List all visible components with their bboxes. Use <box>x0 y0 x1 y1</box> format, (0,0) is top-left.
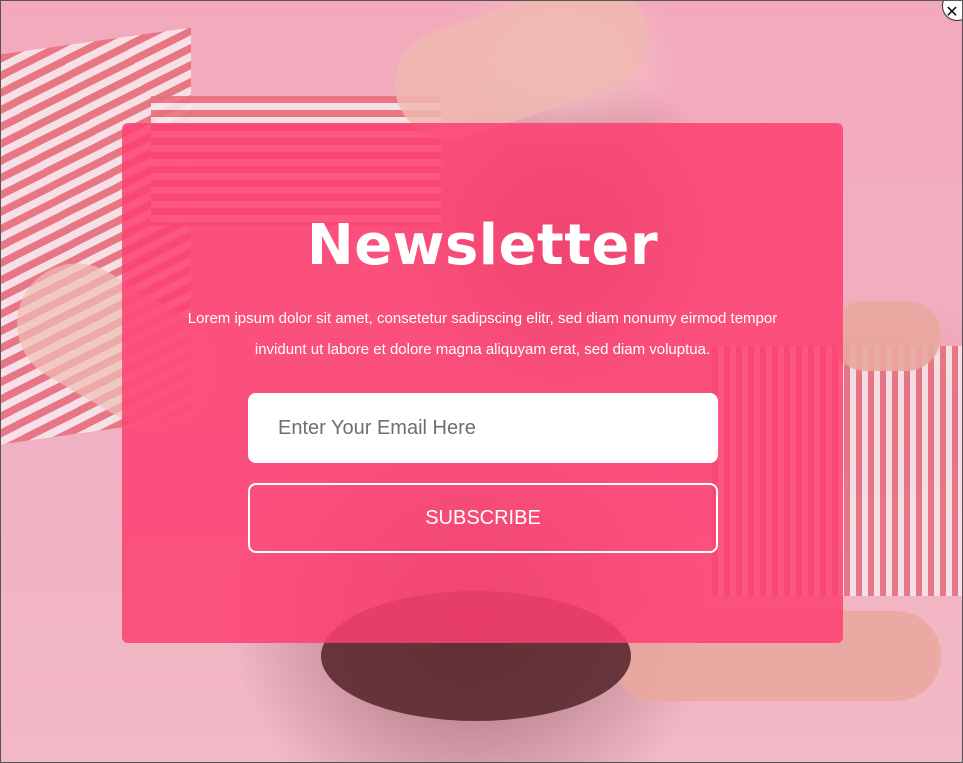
newsletter-title: Newsletter <box>306 213 659 278</box>
newsletter-description: Lorem ipsum dolor sit amet, consetetur s… <box>187 310 778 358</box>
close-button[interactable]: ✕ <box>942 1 962 21</box>
email-input[interactable] <box>248 393 718 463</box>
popup-frame: ✕ Newsletter Lorem ipsum dolor sit amet,… <box>0 0 963 763</box>
subscribe-button[interactable]: SUBSCRIBE <box>248 483 718 553</box>
close-icon: ✕ <box>945 1 959 21</box>
arm-right-upper <box>831 301 941 371</box>
newsletter-card: Newsletter Lorem ipsum dolor sit amet, c… <box>122 123 843 643</box>
